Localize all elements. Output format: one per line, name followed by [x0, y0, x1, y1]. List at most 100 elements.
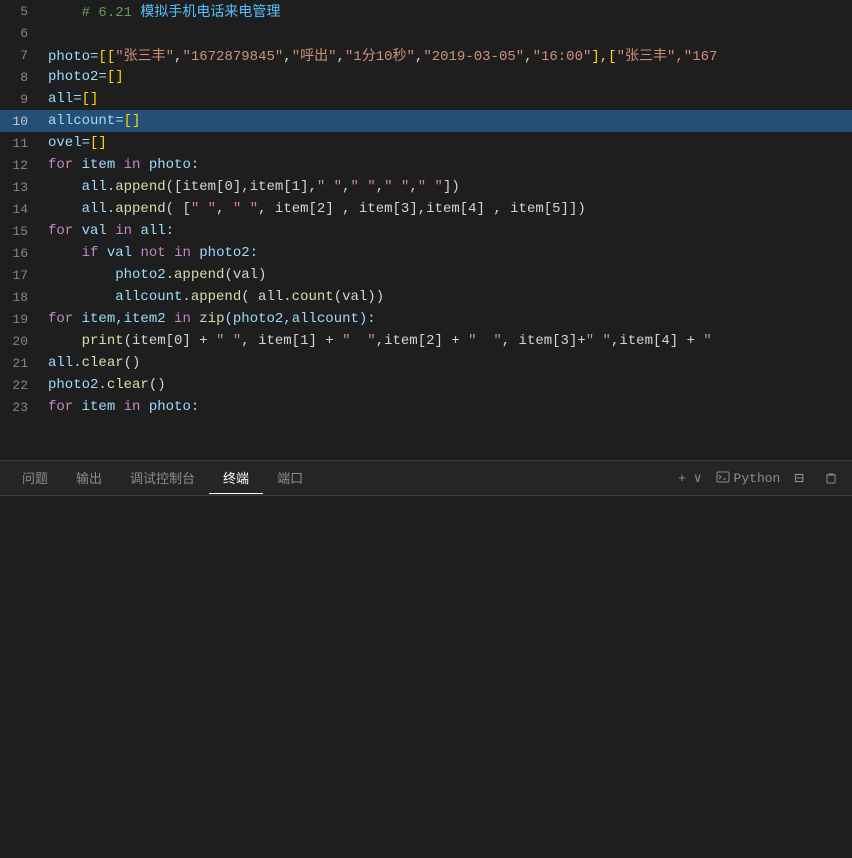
- code-content: photo2=[]: [40, 69, 852, 85]
- token: " ": [317, 179, 342, 195]
- code-content: allcount=[]: [40, 113, 852, 129]
- token: " ": [351, 179, 376, 195]
- tab-问题[interactable]: 问题: [8, 462, 62, 494]
- code-content: all.append([item[0],item[1]," "," "," ",…: [40, 179, 852, 195]
- token: item: [73, 399, 123, 415]
- code-content: print(item[0] + " ", item[1] + " ",item[…: [40, 333, 852, 349]
- code-line-18: 18 allcount.append( all.count(val)): [0, 286, 852, 308]
- token: ,: [337, 49, 345, 65]
- token: allcount.: [48, 289, 191, 305]
- token: in: [124, 157, 141, 173]
- token: in: [174, 311, 191, 327]
- token: in: [124, 399, 141, 415]
- token: "1672879845": [182, 49, 283, 65]
- tab-终端[interactable]: 终端: [209, 462, 263, 494]
- trash-icon: [824, 471, 838, 485]
- token: item: [73, 157, 123, 173]
- editor-area: 5 # 6.21 模拟手机电话来电管理67photo=[["张三丰","1672…: [0, 0, 852, 460]
- line-number: 14: [0, 202, 40, 217]
- token: [48, 5, 82, 21]
- token: val: [98, 245, 140, 261]
- token: for: [48, 157, 73, 173]
- token: ,: [524, 49, 532, 65]
- line-number: 7: [0, 48, 40, 63]
- line-number: 20: [0, 334, 40, 349]
- token: (photo2,allcount):: [224, 311, 375, 327]
- token: "2019-03-05": [423, 49, 524, 65]
- line-number: 18: [0, 290, 40, 305]
- token: ,: [409, 179, 417, 195]
- token: # 6.21: [82, 5, 141, 21]
- token: item,item2: [73, 311, 174, 327]
- token: for: [48, 223, 73, 239]
- line-number: 5: [0, 4, 40, 19]
- code-line-17: 17 photo2.append(val): [0, 264, 852, 286]
- tab-端口[interactable]: 端口: [263, 462, 317, 494]
- code-content: all.clear(): [40, 355, 852, 371]
- token: ": [703, 333, 711, 349]
- code-line-11: 11ovel=[]: [0, 132, 852, 154]
- new-terminal-btn[interactable]: + ∨: [672, 469, 707, 488]
- line-number: 15: [0, 224, 40, 239]
- code-line-22: 22photo2.clear(): [0, 374, 852, 396]
- token: " ": [468, 333, 502, 349]
- terminal-area[interactable]: [0, 496, 852, 858]
- token: (): [124, 355, 141, 371]
- token: "呼出": [292, 49, 337, 65]
- token: ,: [283, 49, 291, 65]
- code-line-16: 16 if val not in photo2:: [0, 242, 852, 264]
- terminal-shell-icon: Python: [716, 471, 781, 486]
- token: ]: [591, 49, 599, 65]
- code-content: for item in photo:: [40, 157, 852, 173]
- code-content: for item,item2 in zip(photo2,allcount):: [40, 311, 852, 327]
- code-line-12: 12for item in photo:: [0, 154, 852, 176]
- code-content: for val in all:: [40, 223, 852, 239]
- line-number: 13: [0, 180, 40, 195]
- token: "1分10秒": [345, 49, 415, 65]
- kill-terminal-btn[interactable]: [818, 469, 844, 487]
- token: all=: [48, 91, 82, 107]
- token: append: [115, 179, 165, 195]
- token: zip: [199, 311, 224, 327]
- line-number: 11: [0, 136, 40, 151]
- token: , item[1] +: [241, 333, 342, 349]
- token: ( [: [166, 201, 191, 217]
- token: photo:: [140, 399, 199, 415]
- code-line-7: 7photo=[["张三丰","1672879845","呼出","1分10秒"…: [0, 44, 852, 66]
- line-number: 6: [0, 26, 40, 41]
- code-content: photo=[["张三丰","1672879845","呼出","1分10秒",…: [40, 45, 852, 65]
- token: in: [174, 245, 191, 261]
- token: ]): [443, 179, 460, 195]
- tab-调试控制台[interactable]: 调试控制台: [116, 462, 209, 494]
- code-line-9: 9all=[]: [0, 88, 852, 110]
- token: "张三丰": [115, 49, 174, 65]
- code-line-23: 23for item in photo:: [0, 396, 852, 418]
- code-line-6: 6: [0, 22, 852, 44]
- python-label: Python: [734, 471, 781, 486]
- panel-tabs-bar: 问题输出调试控制台终端端口 + ∨ Python ⊟: [0, 461, 852, 496]
- token: " ": [216, 333, 241, 349]
- token: photo:: [140, 157, 199, 173]
- code-line-19: 19for item,item2 in zip(photo2,allcount)…: [0, 308, 852, 330]
- token: ,: [376, 179, 384, 195]
- token: for: [48, 311, 73, 327]
- token: clear: [107, 377, 149, 393]
- token: (item[0] +: [124, 333, 216, 349]
- split-terminal-btn[interactable]: ⊟: [788, 466, 810, 490]
- token: allcount=: [48, 113, 124, 129]
- line-number: 19: [0, 312, 40, 327]
- code-content: for item in photo:: [40, 399, 852, 415]
- token: ,item[4] +: [611, 333, 703, 349]
- token: photo2:: [191, 245, 258, 261]
- code-line-14: 14 all.append( [" ", " ", item[2] , item…: [0, 198, 852, 220]
- line-number: 21: [0, 356, 40, 371]
- token: ,"167: [675, 49, 717, 65]
- token: [48, 333, 82, 349]
- token: , item[3]+: [502, 333, 586, 349]
- tab-输出[interactable]: 输出: [62, 462, 116, 494]
- code-content: # 6.21 模拟手机电话来电管理: [40, 1, 852, 21]
- token: [[: [98, 49, 115, 65]
- token: append: [174, 267, 224, 283]
- bottom-panel: 问题输出调试控制台终端端口 + ∨ Python ⊟: [0, 460, 852, 858]
- token: " ": [233, 201, 258, 217]
